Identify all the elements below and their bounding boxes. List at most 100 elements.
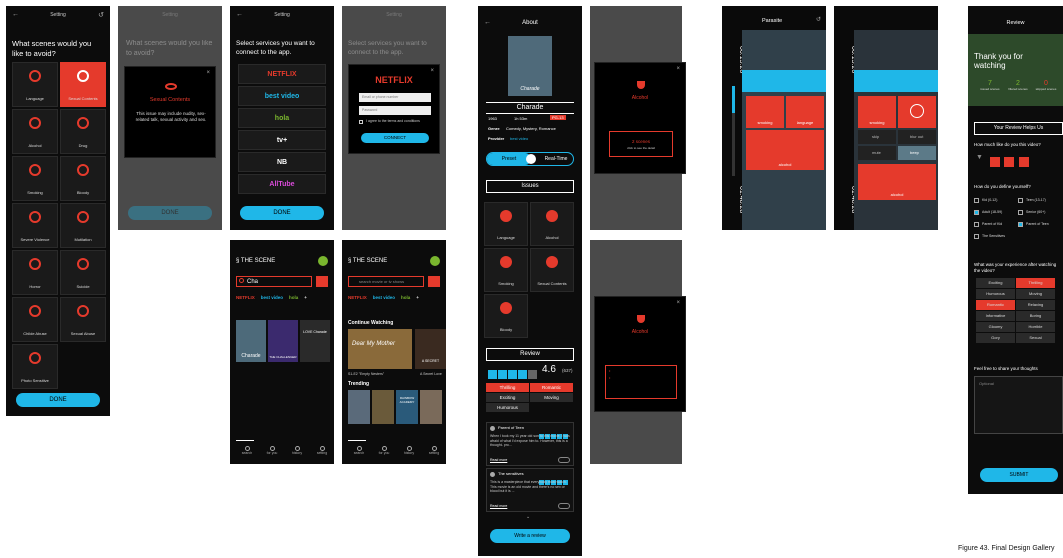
scene-option[interactable]: Drug (60, 109, 106, 154)
like-button[interactable] (558, 503, 570, 509)
submit-button[interactable]: SUBMIT (980, 468, 1058, 482)
define-option[interactable]: Senior (60+) (1018, 208, 1060, 218)
scene-item[interactable]: • A man and woman drink together in the … (609, 376, 673, 386)
nav-item[interactable]: history (286, 446, 308, 460)
issue-tile[interactable]: Language (484, 202, 528, 246)
service-chip[interactable]: best video (261, 295, 283, 300)
experience-option[interactable]: Moving (1016, 289, 1055, 299)
service-row[interactable]: AllTube (238, 174, 326, 194)
progress-track[interactable] (732, 86, 735, 176)
smoking-tile[interactable]: smoking (858, 96, 896, 128)
poster[interactable]: Charade (236, 320, 266, 362)
scene-option[interactable]: Mutilation (60, 203, 106, 248)
experience-option[interactable]: Humorous (976, 289, 1015, 299)
nav-item[interactable]: for you (373, 446, 395, 460)
issue-tile[interactable]: Smoking (484, 248, 528, 292)
issue-tile[interactable]: Bloody (484, 294, 528, 338)
alcohol-tile[interactable]: alcohol (858, 164, 936, 200)
experience-option[interactable]: Romantic (976, 300, 1015, 310)
nav-item[interactable]: history (398, 446, 420, 460)
scene-option[interactable]: Language (12, 62, 58, 107)
close-icon[interactable]: × (430, 68, 434, 74)
filter-tile[interactable]: alcohol (746, 130, 824, 170)
scene-option[interactable]: Sexual Contents (60, 62, 106, 107)
scene-option[interactable]: Smoking (12, 156, 58, 201)
scene-option[interactable]: Photo Sensitive (12, 344, 58, 389)
service-row[interactable]: NB (238, 152, 326, 172)
service-chip[interactable]: + (416, 295, 419, 300)
mute-option[interactable]: mute (858, 146, 896, 160)
preset-option[interactable]: Preset (487, 153, 531, 165)
dislike-icon[interactable]: ▼ (976, 154, 983, 161)
service-row[interactable]: NETFLIX (238, 64, 326, 84)
define-option[interactable]: The Sensitives (974, 232, 1016, 242)
like-button[interactable] (558, 457, 570, 463)
define-option[interactable]: Kid (0-12) (974, 196, 1016, 206)
service-chip[interactable]: NETFLIX (348, 295, 367, 300)
nav-item[interactable]: setting (311, 446, 333, 460)
close-icon[interactable]: × (206, 70, 210, 76)
scene-option[interactable]: Horror (12, 250, 58, 295)
thoughts-input[interactable]: Optional (974, 376, 1063, 434)
close-icon[interactable]: × (676, 66, 680, 72)
scenes-box[interactable]: 2 scenes click to see the detail (609, 131, 673, 157)
scene-option[interactable]: Sexual Abuse (60, 297, 106, 342)
define-option[interactable]: Teen (13-17) (1018, 196, 1060, 206)
define-option[interactable]: Parent of Teen (1018, 220, 1060, 230)
nav-item[interactable]: search (348, 446, 370, 460)
read-more-link[interactable]: Read more (490, 504, 507, 508)
service-row[interactable]: tv+ (238, 130, 326, 150)
expand-icon[interactable]: ⌄ (526, 514, 530, 520)
service-chip[interactable]: best video (373, 295, 395, 300)
search-input[interactable]: search movie or tv shows (348, 276, 424, 287)
trending-poster[interactable]: RAINBOW ACADEMY (396, 390, 418, 424)
service-chip[interactable]: + (304, 295, 307, 300)
experience-option[interactable]: Sexual (1016, 333, 1055, 343)
skip-option[interactable]: skip (858, 130, 896, 144)
service-row[interactable]: hola (238, 108, 326, 128)
search-input[interactable]: Cha (236, 276, 312, 287)
trending-poster[interactable] (348, 390, 370, 424)
done-button[interactable]: DONE (240, 206, 324, 220)
scene-option[interactable]: Suicide (60, 250, 106, 295)
close-icon[interactable]: × (676, 300, 680, 306)
scan-button[interactable] (316, 276, 328, 287)
experience-option[interactable]: Informative (976, 311, 1015, 321)
issue-tile[interactable]: Sexual Contents (530, 248, 574, 292)
service-row[interactable]: best video (238, 86, 326, 106)
scene-option[interactable]: Bloody (60, 156, 106, 201)
email-field[interactable]: Email or phone number (359, 93, 431, 102)
experience-option[interactable]: Relaxing (1016, 300, 1055, 310)
experience-option[interactable]: Horrible (1016, 322, 1055, 332)
experience-option[interactable]: Boring (1016, 311, 1055, 321)
done-button[interactable]: DONE (16, 393, 100, 407)
mode-toggle[interactable]: Preset Real-Time (486, 152, 574, 166)
experience-option[interactable]: Gloomy (976, 322, 1015, 332)
poster[interactable]: LOVE Charade (300, 320, 330, 362)
scan-button[interactable] (428, 276, 440, 287)
poster[interactable]: THE CHALLENGER (268, 320, 298, 362)
define-option[interactable]: Parent of Kid (974, 220, 1016, 230)
experience-option[interactable]: Thrilling (1016, 278, 1055, 288)
no-smoking-tile[interactable] (898, 96, 936, 128)
read-more-link[interactable]: Read more (490, 458, 507, 462)
exit-icon[interactable]: ↺ (98, 11, 104, 19)
scene-option[interactable]: Childe Abuse (12, 297, 58, 342)
scene-option[interactable]: Severe Violence (12, 203, 58, 248)
poster[interactable]: Dear My Mother (348, 329, 412, 369)
connect-button[interactable]: CONNECT (361, 133, 429, 143)
agree-checkbox[interactable] (359, 120, 363, 124)
nav-item[interactable]: setting (423, 446, 445, 460)
profile-avatar[interactable] (318, 256, 328, 266)
password-field[interactable]: Password (359, 106, 431, 115)
done-button[interactable]: DONE (128, 206, 212, 220)
nav-item[interactable]: search (236, 446, 258, 460)
experience-option[interactable]: Gory (976, 333, 1015, 343)
exit-icon[interactable]: ↺ (816, 16, 821, 23)
filter-tile[interactable]: language (786, 96, 824, 128)
like-meter[interactable] (990, 154, 1034, 167)
service-chip[interactable]: hola (289, 295, 298, 300)
beep-option[interactable]: beep (898, 146, 936, 160)
poster[interactable]: A SECRET (415, 329, 446, 369)
nav-item[interactable]: for you (261, 446, 283, 460)
